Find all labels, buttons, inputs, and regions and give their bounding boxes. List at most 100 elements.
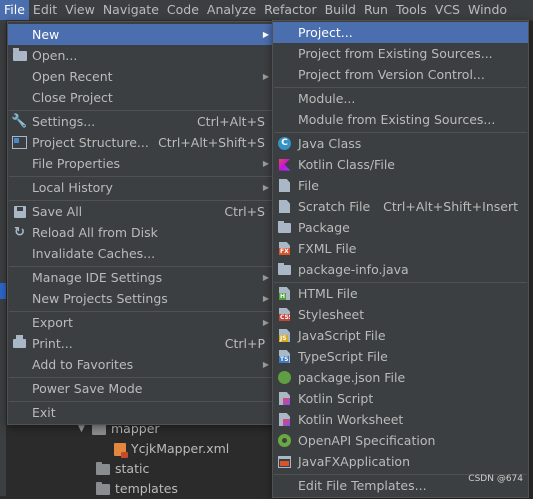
- file-icon: [277, 178, 292, 193]
- menu-item-save-all[interactable]: Save All Ctrl+S: [8, 201, 273, 222]
- tree-folder-templates[interactable]: templates: [96, 479, 178, 499]
- menu-item-open[interactable]: Open...: [8, 45, 273, 66]
- menu-item-label: Stylesheet: [298, 307, 365, 322]
- menu-item-label: Edit File Templates...: [298, 478, 427, 493]
- tree-folder-static[interactable]: static: [96, 459, 149, 479]
- menu-item-invalidate-caches[interactable]: Invalidate Caches...: [8, 243, 273, 264]
- print-icon: [12, 335, 27, 351]
- menu-edit[interactable]: Edit: [29, 0, 61, 20]
- menu-item-label: OpenAPI Specification: [298, 433, 436, 448]
- menu-item-label: Module...: [298, 91, 356, 106]
- menu-item-exit[interactable]: Exit: [8, 402, 273, 423]
- menu-item-settings[interactable]: 🔧 Settings... Ctrl+Alt+S: [8, 111, 273, 132]
- menu-item-javascript-file[interactable]: JS JavaScript File: [273, 325, 528, 346]
- menu-item-label: package.json File: [298, 370, 406, 385]
- tree-label: YcjkMapper.xml: [131, 441, 230, 456]
- menu-item-close-project[interactable]: Close Project: [8, 87, 273, 108]
- menu-item-label: Kotlin Script: [298, 391, 374, 406]
- menu-item-shortcut: Ctrl+Alt+Shift+Insert: [383, 199, 518, 214]
- package-info-icon: [277, 262, 292, 277]
- menu-item-export[interactable]: Export ▶: [8, 312, 273, 333]
- menu-item-label: New: [32, 27, 60, 42]
- menu-item-package-info[interactable]: package-info.java: [273, 259, 528, 280]
- menu-item-javafx-application[interactable]: JavaFXApplication: [273, 451, 528, 472]
- menu-navigate[interactable]: Navigate: [99, 0, 163, 20]
- menu-refactor[interactable]: Refactor: [260, 0, 320, 20]
- menu-item-package-json[interactable]: package.json File: [273, 367, 528, 388]
- package-icon: [277, 220, 292, 235]
- menu-item-project-from-existing[interactable]: Project from Existing Sources...: [273, 43, 528, 64]
- tree-label: templates: [115, 481, 178, 496]
- menu-tools[interactable]: Tools: [392, 0, 431, 20]
- menu-item-scratch-file[interactable]: Scratch File Ctrl+Alt+Shift+Insert: [273, 196, 528, 217]
- menu-item-print[interactable]: Print... Ctrl+P: [8, 333, 273, 354]
- menu-item-label: TypeScript File: [298, 349, 388, 364]
- menu-item-reload-all[interactable]: ↻ Reload All from Disk: [8, 222, 273, 243]
- kotlin-icon: [277, 157, 292, 172]
- menu-item-file[interactable]: File: [273, 175, 528, 196]
- scratch-file-icon: [277, 199, 292, 214]
- menu-item-label: Invalidate Caches...: [32, 246, 156, 261]
- menu-item-openapi-spec[interactable]: OpenAPI Specification: [273, 430, 528, 451]
- menu-view[interactable]: View: [61, 0, 99, 20]
- menu-item-power-save-mode[interactable]: Power Save Mode: [8, 378, 273, 399]
- tree-file-xml[interactable]: YcjkMapper.xml: [114, 439, 229, 459]
- wrench-icon: 🔧: [11, 114, 28, 129]
- submenu-arrow-icon: ▶: [262, 30, 269, 39]
- menu-item-new-projects-settings[interactable]: New Projects Settings ▶: [8, 288, 273, 309]
- menu-item-stylesheet[interactable]: CSS Stylesheet: [273, 304, 528, 325]
- menu-item-label: JavaScript File: [298, 328, 386, 343]
- menu-item-manage-ide-settings[interactable]: Manage IDE Settings ▶: [8, 267, 273, 288]
- menu-item-project-structure[interactable]: Project Structure... Ctrl+Alt+Shift+S: [8, 132, 273, 153]
- menu-item-label: Module from Existing Sources...: [298, 112, 496, 127]
- menu-item-package[interactable]: Package: [273, 217, 528, 238]
- menu-item-kotlin-script[interactable]: Kotlin Script: [273, 388, 528, 409]
- menu-file[interactable]: File: [0, 0, 29, 20]
- menu-window[interactable]: Windo: [464, 0, 511, 20]
- menu-item-label: Scratch File: [298, 199, 371, 214]
- kotlin-script-icon: [277, 391, 292, 406]
- menu-item-shortcut: Ctrl+Alt+S: [196, 114, 265, 129]
- submenu-arrow-icon: ▶: [262, 72, 269, 81]
- menu-item-project[interactable]: Project...: [273, 22, 528, 43]
- submenu-arrow-icon: ▶: [262, 273, 269, 282]
- menu-item-label: Project...: [298, 25, 353, 40]
- menu-item-kotlin-class[interactable]: Kotlin Class/File: [273, 154, 528, 175]
- menu-run[interactable]: Run: [360, 0, 392, 20]
- menu-code[interactable]: Code: [163, 0, 203, 20]
- menu-item-kotlin-worksheet[interactable]: Kotlin Worksheet: [273, 409, 528, 430]
- menu-item-typescript-file[interactable]: TS TypeScript File: [273, 346, 528, 367]
- menu-item-label: Manage IDE Settings: [32, 270, 163, 285]
- menu-item-fxml-file[interactable]: FX FXML File: [273, 238, 528, 259]
- javafx-app-icon: [277, 454, 292, 469]
- menu-item-label: HTML File: [298, 286, 358, 301]
- submenu-arrow-icon: ▶: [262, 360, 269, 369]
- menu-item-java-class[interactable]: C Java Class: [273, 133, 528, 154]
- menu-item-label: Project from Version Control...: [298, 67, 485, 82]
- menu-item-module-from-existing[interactable]: Module from Existing Sources...: [273, 109, 528, 130]
- tool-window-strip: [0, 20, 6, 496]
- menu-item-label: FXML File: [298, 241, 357, 256]
- menu-item-label: Project from Existing Sources...: [298, 46, 493, 61]
- menu-item-project-from-vcs[interactable]: Project from Version Control...: [273, 64, 528, 85]
- menu-analyze[interactable]: Analyze: [203, 0, 260, 20]
- menu-item-label: Package: [298, 220, 350, 235]
- css-icon: CSS: [277, 307, 292, 322]
- menu-build[interactable]: Build: [321, 0, 360, 20]
- menu-item-label: New Projects Settings: [32, 291, 168, 306]
- menu-item-label: Print...: [32, 336, 73, 351]
- submenu-arrow-icon: ▶: [262, 159, 269, 168]
- file-menu: New ▶ Open... Open Recent ▶ Close Projec…: [7, 21, 274, 425]
- menu-item-label: Settings...: [32, 114, 96, 129]
- menu-item-shortcut: Ctrl+S: [224, 204, 265, 219]
- package-json-icon: [277, 370, 292, 385]
- menu-item-file-properties[interactable]: File Properties ▶: [8, 153, 273, 174]
- menu-item-add-to-favorites[interactable]: Add to Favorites ▶: [8, 354, 273, 375]
- menu-item-local-history[interactable]: Local History ▶: [8, 177, 273, 198]
- menu-item-open-recent[interactable]: Open Recent ▶: [8, 66, 273, 87]
- menu-item-new[interactable]: New ▶: [8, 24, 273, 45]
- menu-vcs[interactable]: VCS: [431, 0, 464, 20]
- menu-item-html-file[interactable]: H HTML File: [273, 283, 528, 304]
- openapi-icon: [277, 433, 292, 448]
- menu-item-module[interactable]: Module...: [273, 88, 528, 109]
